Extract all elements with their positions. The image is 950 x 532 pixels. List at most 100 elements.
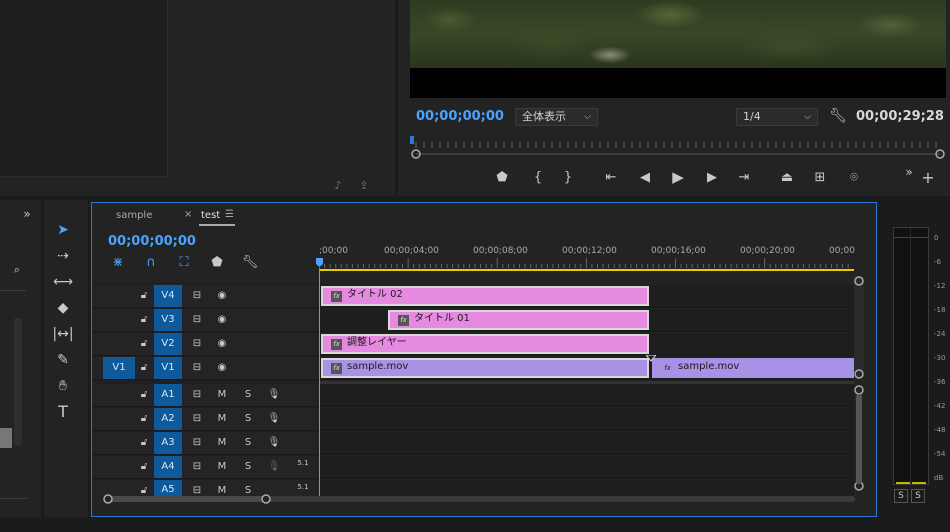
step-forward-icon[interactable]: ▶︎	[703, 170, 721, 186]
lock-icon[interactable]: 🔓︎	[136, 285, 152, 307]
mute-button[interactable]: M	[214, 432, 230, 454]
transition-marker-icon[interactable]	[646, 355, 656, 363]
selection-tool-icon[interactable]: ➤	[52, 220, 74, 240]
more-controls-icon[interactable]: »	[902, 164, 916, 180]
playhead-line[interactable]	[319, 268, 320, 496]
scroll-thumb[interactable]	[0, 428, 12, 448]
sync-lock-icon[interactable]: ⊟	[189, 432, 205, 454]
playhead-icon[interactable]	[316, 258, 324, 268]
lock-icon[interactable]: 🔓︎	[136, 333, 152, 355]
mark-out-icon[interactable]: }	[560, 170, 576, 186]
zoom-level-dropdown[interactable]: 全体表示 ⌵	[515, 108, 598, 126]
lock-icon[interactable]: 🔓︎	[136, 432, 152, 454]
microphone-icon[interactable]: 🎙︎	[266, 408, 282, 430]
export-frame-camera-icon[interactable]: ⌾	[845, 170, 863, 186]
go-to-out-icon[interactable]: ⇥	[735, 170, 753, 186]
linked-selection-icon[interactable]: ⛶	[176, 255, 192, 271]
nest-toggle-icon[interactable]: ⋇	[110, 255, 126, 271]
sync-lock-icon[interactable]: ⊟	[189, 456, 205, 478]
slip-tool-icon[interactable]: |↔|	[52, 324, 74, 344]
mute-button[interactable]: M	[214, 408, 230, 430]
type-tool-icon[interactable]: T	[52, 402, 74, 422]
step-back-icon[interactable]: ◀︎	[636, 170, 654, 186]
ripple-edit-tool-icon[interactable]: ⟷	[52, 272, 74, 292]
eye-icon[interactable]: ◉	[214, 333, 230, 355]
sync-lock-icon[interactable]: ⊟	[189, 357, 205, 379]
mute-button[interactable]: M	[214, 456, 230, 478]
lock-icon[interactable]: 🔓︎	[136, 309, 152, 331]
program-current-timecode[interactable]: 00;00;00;00	[416, 109, 504, 124]
microphone-icon[interactable]: 🎙︎	[266, 384, 282, 406]
track-lane-a4[interactable]	[319, 456, 854, 479]
lock-icon[interactable]: 🔓︎	[136, 456, 152, 478]
clip-adjustment-layer[interactable]: fx 調整レイヤー	[321, 334, 649, 354]
go-to-in-icon[interactable]: ⇤	[602, 170, 620, 186]
play-icon[interactable]: ▶︎	[669, 169, 687, 185]
settings-wrench-icon[interactable]: 🔧︎	[829, 108, 847, 124]
button-editor-plus-icon[interactable]: +	[920, 170, 936, 186]
audio-vertical-scroll-thumb[interactable]	[856, 394, 862, 484]
track-lane-a3[interactable]	[319, 432, 854, 455]
solo-left-button[interactable]: S	[894, 489, 908, 503]
playback-resolution-dropdown[interactable]: 1/4 ⌵	[736, 108, 818, 126]
timeline-settings-wrench-icon[interactable]: 🔧︎	[241, 255, 259, 271]
eye-icon[interactable]: ◉	[214, 309, 230, 331]
eye-icon[interactable]: ◉	[214, 357, 230, 379]
track-lane-a1[interactable]	[319, 384, 854, 407]
find-icon[interactable]: ⌕	[10, 262, 24, 278]
clip-title-02[interactable]: fx タイトル 02	[321, 286, 649, 306]
track-target[interactable]: V4	[154, 285, 182, 307]
clip-sample-mov-2[interactable]: fx sample.mov	[652, 358, 854, 378]
tab-test[interactable]: test	[201, 210, 220, 221]
track-select-tool-icon[interactable]: ⇢	[52, 246, 74, 266]
timeline-zoom-scrollbar[interactable]	[100, 492, 860, 508]
track-target[interactable]: V1	[154, 357, 182, 379]
solo-button[interactable]: S	[240, 432, 256, 454]
lock-icon[interactable]: 🔓︎	[136, 408, 152, 430]
scrollbar[interactable]	[14, 318, 22, 446]
add-marker-icon[interactable]: ⬟	[209, 255, 225, 271]
razor-tool-icon[interactable]: ◆	[52, 298, 74, 318]
lift-icon[interactable]: ⏏	[777, 170, 797, 186]
extract-icon[interactable]: ⊞	[810, 170, 830, 186]
clip-sample-mov-1[interactable]: fx sample.mov	[321, 358, 649, 378]
track-target[interactable]: V3	[154, 309, 182, 331]
tab-menu-icon[interactable]: ☰	[225, 209, 234, 220]
track-target[interactable]: A2	[154, 408, 182, 430]
mute-button[interactable]: M	[214, 384, 230, 406]
solo-button[interactable]: S	[240, 456, 256, 478]
solo-button[interactable]: S	[240, 384, 256, 406]
close-icon[interactable]: ×	[184, 209, 192, 220]
add-marker-icon[interactable]: ⬟	[494, 170, 510, 186]
export-frame-icon[interactable]: ⇪	[356, 178, 372, 194]
track-target[interactable]: A1	[154, 384, 182, 406]
solo-button[interactable]: S	[240, 408, 256, 430]
eye-icon[interactable]: ◉	[214, 285, 230, 307]
sync-lock-icon[interactable]: ⊟	[189, 285, 205, 307]
program-scrub-bar[interactable]	[406, 134, 950, 160]
track-target[interactable]: A4	[154, 456, 182, 478]
video-audio-divider[interactable]	[319, 381, 854, 384]
snap-icon[interactable]: ∩	[143, 255, 159, 271]
sync-lock-icon[interactable]: ⊟	[189, 309, 205, 331]
tab-sample[interactable]: sample	[116, 210, 152, 221]
track-target[interactable]: V2	[154, 333, 182, 355]
hand-tool-icon[interactable]: ✋︎	[52, 376, 74, 396]
lock-icon[interactable]: 🔓︎	[136, 357, 152, 379]
timeline-timecode[interactable]: 00;00;00;00	[108, 234, 196, 249]
lock-icon[interactable]: 🔓︎	[136, 384, 152, 406]
track-target[interactable]: A3	[154, 432, 182, 454]
time-ruler[interactable]	[319, 258, 855, 272]
solo-right-button[interactable]: S	[911, 489, 925, 503]
pen-tool-icon[interactable]: ✎	[52, 350, 74, 370]
mark-in-icon[interactable]: {	[530, 170, 546, 186]
microphone-icon[interactable]: 🎙︎	[266, 432, 282, 454]
track-lane-a2[interactable]	[319, 408, 854, 431]
sync-lock-icon[interactable]: ⊟	[189, 384, 205, 406]
source-patch[interactable]: V1	[103, 357, 135, 379]
panel-overflow-icon[interactable]: »	[20, 206, 34, 222]
audio-drag-icon[interactable]: ♪	[330, 178, 346, 194]
sync-lock-icon[interactable]: ⊟	[189, 333, 205, 355]
microphone-icon[interactable]: 🎙︎	[266, 456, 282, 478]
sync-lock-icon[interactable]: ⊟	[189, 408, 205, 430]
